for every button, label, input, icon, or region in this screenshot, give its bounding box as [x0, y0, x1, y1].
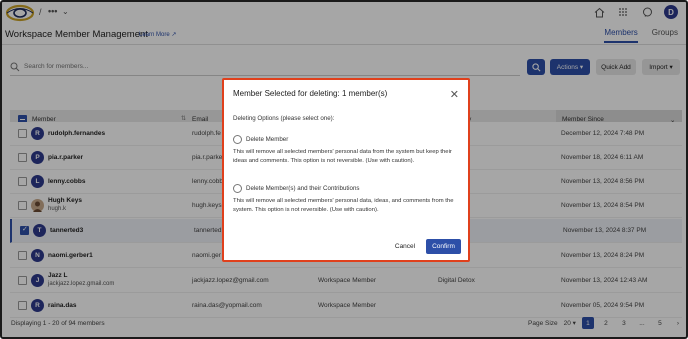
options-label: Deleting Options (please select one): — [233, 115, 335, 122]
dialog-title: Member Selected for deleting: 1 member(s… — [233, 89, 388, 98]
delete-contributions-option-description: This will remove all selected members' p… — [233, 198, 454, 214]
delete-member-option-description: This will remove all selected members' p… — [233, 149, 452, 165]
confirm-button[interactable]: Confirm — [426, 239, 461, 254]
delete-member-radio[interactable] — [233, 135, 242, 144]
delete-member-dialog: Member Selected for deleting: 1 member(s… — [222, 78, 470, 262]
delete-member-option-label[interactable]: Delete Member — [246, 136, 288, 143]
delete-contributions-option-label[interactable]: Delete Member(s) and their Contributions — [246, 185, 360, 192]
cancel-button[interactable]: Cancel — [388, 239, 422, 254]
close-icon[interactable]: ✕ — [450, 88, 459, 101]
delete-contributions-radio[interactable] — [233, 184, 242, 193]
app-window: / ••• ⌄ D Workspace Member Management Le… — [0, 0, 688, 339]
